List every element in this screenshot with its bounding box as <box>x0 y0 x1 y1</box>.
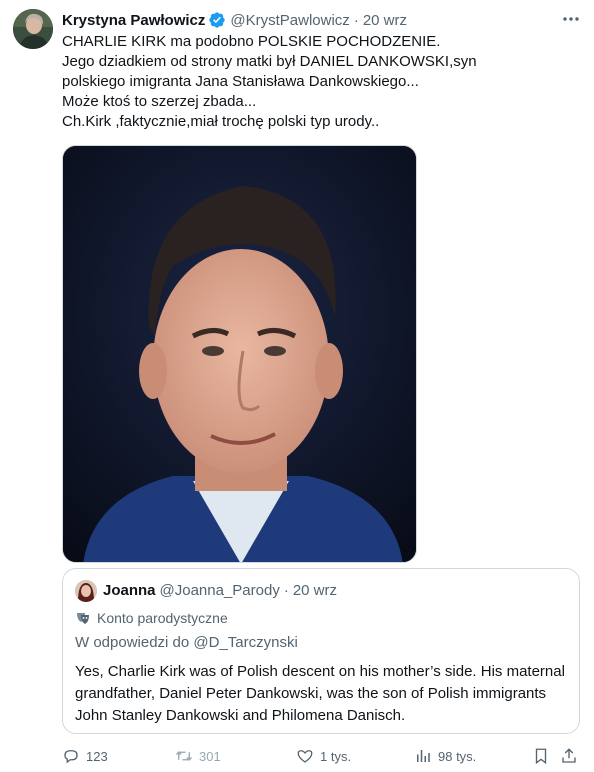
reply-context: W odpowiedzi do @D_Tarczynski <box>75 634 298 651</box>
bookmark-icon <box>535 748 547 765</box>
like-button[interactable]: 1 tys. <box>296 744 351 768</box>
share-button[interactable] <box>560 744 584 768</box>
verified-badge-icon[interactable] <box>208 11 226 29</box>
tweet-header: Krystyna Pawłowicz @KrystPawlowicz · 20 … <box>62 9 407 31</box>
quote-author-name[interactable]: Joanna <box>103 582 156 599</box>
separator-dot: · <box>283 582 289 599</box>
parody-label-text: Konto parodystyczne <box>97 610 228 626</box>
bookmark-button[interactable] <box>532 744 556 768</box>
like-icon <box>297 750 313 763</box>
tweet-line: Ch.Kirk ,faktycznie,miał trochę polski t… <box>62 113 380 130</box>
tweet-line: CHARLIE KIRK ma podobno POLSKIE POCHODZE… <box>62 33 441 50</box>
share-icon <box>562 748 576 763</box>
author-name[interactable]: Krystyna Pawłowicz <box>62 12 205 29</box>
tweet-timestamp[interactable]: 20 wrz <box>363 12 407 29</box>
reply-icon <box>64 750 78 764</box>
tweet-line: Jego dziadkiem od strony matki był DANIE… <box>62 53 477 70</box>
reply-button[interactable]: 123 <box>62 744 108 768</box>
quoted-tweet[interactable]: Joanna @Joanna_Parody · 20 wrz Konto par… <box>62 568 580 734</box>
tweet-line: polskiego imigranta Jana Stanisława Dank… <box>62 73 419 90</box>
repost-icon <box>176 751 192 761</box>
quote-timestamp[interactable]: 20 wrz <box>293 582 337 599</box>
quote-author-handle[interactable]: @Joanna_Parody <box>160 582 280 599</box>
tweet-line: Może ktoś to szerzej zbada... <box>62 93 257 110</box>
theater-mask-icon <box>75 610 91 626</box>
views-icon <box>417 750 430 762</box>
author-handle[interactable]: @KrystPawlowicz <box>230 12 349 29</box>
separator-dot: · <box>353 11 359 29</box>
reply-count: 123 <box>86 748 108 764</box>
more-icon[interactable] <box>560 10 582 28</box>
parody-label: Konto parodystyczne <box>75 610 228 626</box>
quote-avatar[interactable] <box>75 580 97 602</box>
quote-text: Yes, Charlie Kirk was of Polish descent … <box>75 663 565 724</box>
repost-button[interactable]: 301 <box>175 744 221 768</box>
repost-count: 301 <box>199 748 221 764</box>
tweet-photo[interactable] <box>62 145 417 563</box>
views-button[interactable]: 98 tys. <box>414 744 476 768</box>
quote-header: Joanna @Joanna_Parody · 20 wrz <box>103 582 337 599</box>
views-count: 98 tys. <box>438 748 477 764</box>
author-avatar[interactable] <box>13 9 53 49</box>
tweet-actions: 123 301 1 tys. 98 tys. <box>62 744 582 768</box>
tweet[interactable]: Krystyna Pawłowicz @KrystPawlowicz · 20 … <box>0 0 594 772</box>
like-count: 1 tys. <box>320 748 352 764</box>
tweet-text: CHARLIE KIRK ma podobno POLSKIE POCHODZE… <box>62 32 562 132</box>
